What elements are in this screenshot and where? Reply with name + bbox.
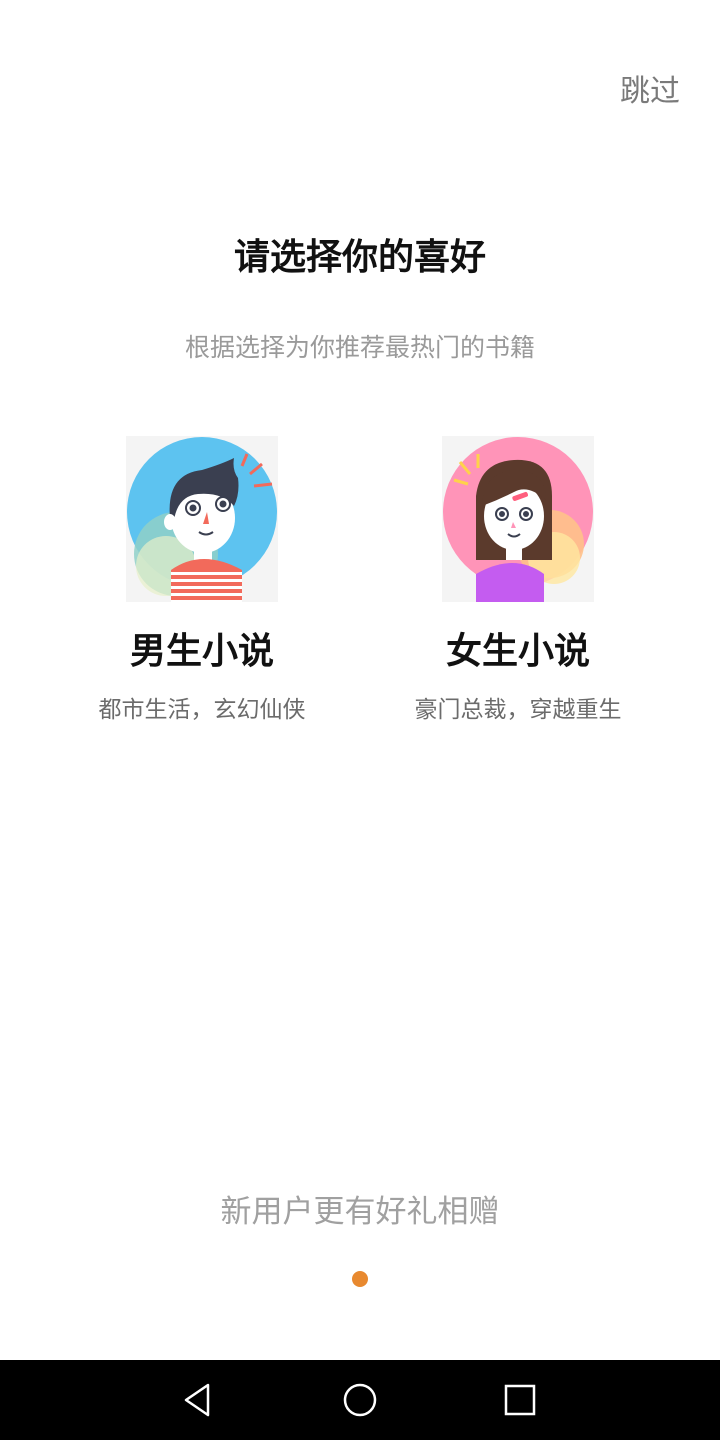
female-novel-description: 豪门总裁，穿越重生 bbox=[414, 697, 622, 723]
home-icon[interactable] bbox=[340, 1380, 380, 1420]
female-novel-title: 女生小说 bbox=[445, 631, 590, 672]
new-user-promo-text: 新用户更有好礼相赠 bbox=[220, 1194, 500, 1230]
female-novel-option[interactable]: 女生小说 豪门总裁，穿越重生 bbox=[368, 436, 668, 726]
back-icon[interactable] bbox=[180, 1380, 220, 1420]
page-indicator-dot bbox=[352, 1271, 368, 1287]
skip-button[interactable]: 跳过 bbox=[620, 72, 680, 112]
girl-avatar-icon bbox=[442, 436, 594, 602]
male-novel-title: 男生小说 bbox=[129, 631, 274, 672]
male-novel-description: 都市生活，玄幻仙侠 bbox=[98, 697, 306, 723]
system-navigation-bar bbox=[0, 1360, 720, 1440]
male-novel-option[interactable]: 男生小说 都市生活，玄幻仙侠 bbox=[52, 436, 352, 726]
boy-avatar-icon bbox=[126, 436, 278, 602]
recents-icon[interactable] bbox=[500, 1380, 540, 1420]
page-title: 请选择你的喜好 bbox=[233, 237, 486, 278]
page-subtitle: 根据选择为你推荐最热门的书籍 bbox=[184, 333, 535, 362]
